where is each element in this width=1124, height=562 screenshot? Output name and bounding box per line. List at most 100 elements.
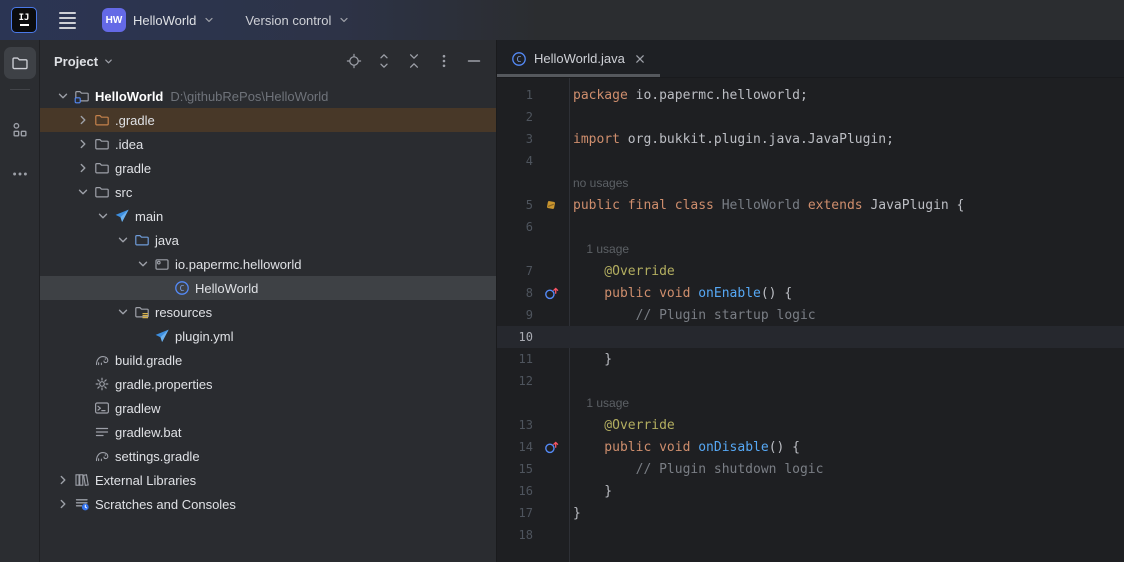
line-number[interactable]: 14 [497,440,533,454]
plugin-gutter-icon[interactable] [533,194,569,216]
chevron-right-icon[interactable] [54,497,72,511]
code-line-6[interactable]: 6 [497,216,1124,238]
more-icon[interactable] [432,49,456,73]
gutter-spacer [533,392,569,414]
code-line-13[interactable]: 13 @Override [497,414,1124,436]
code-editor[interactable]: 1package io.papermc.helloworld; 2 3import … [497,78,1124,562]
tree-item-gradle[interactable]: gradle [40,156,496,180]
inlay-hint-line[interactable]: 1 usage [497,392,1124,414]
gutter-spacer [533,172,569,194]
tree-item-gradlew[interactable]: gradlew [40,396,496,420]
line-number[interactable]: 6 [497,220,533,234]
project-view-selector[interactable]: Project [54,54,114,69]
code-line-7[interactable]: 7 @Override [497,260,1124,282]
line-number[interactable]: 3 [497,132,533,146]
line-number[interactable]: 15 [497,462,533,476]
chevron-down-icon[interactable] [134,257,152,271]
paper-plane-icon [152,328,172,344]
main-menu-icon[interactable] [59,12,76,29]
line-number[interactable]: 1 [497,88,533,102]
collapse-all-icon[interactable] [402,49,426,73]
code-line-18[interactable]: 18 [497,524,1124,546]
project-folder-icon[interactable] [4,47,36,79]
locate-icon[interactable] [342,49,366,73]
tree-item-label: gradlew.bat [115,425,182,440]
code-line-5[interactable]: 5public final class HelloWorld extends J… [497,194,1124,216]
line-number[interactable]: 17 [497,506,533,520]
line-number[interactable]: 18 [497,528,533,542]
stripe-divider [10,89,30,90]
code-line-11[interactable]: 11 } [497,348,1124,370]
chevron-down-icon[interactable] [54,89,72,103]
line-number[interactable]: 8 [497,286,533,300]
intellij-logo-icon: IJ [11,7,37,33]
tree-item-helloworld[interactable]: HelloWorldD:\githubRePos\HelloWorld [40,84,496,108]
code-line-4[interactable]: 4 [497,150,1124,172]
code-line-8[interactable]: 8 public void onEnable() { [497,282,1124,304]
project-tree: HelloWorldD:\githubRePos\HelloWorld.grad… [40,82,496,562]
editor-tab-helloworld-java[interactable]: C HelloWorld.java [497,40,660,77]
close-icon[interactable] [632,51,648,67]
chevron-right-icon[interactable] [54,473,72,487]
code-line-9[interactable]: 9 // Plugin startup logic [497,304,1124,326]
chevron-down-icon[interactable] [94,209,112,223]
tree-item-java[interactable]: java [40,228,496,252]
tree-item-resources[interactable]: resources [40,300,496,324]
code-line-10[interactable]: 10 [497,326,1124,348]
tree-item-gradlew-bat[interactable]: gradlew.bat [40,420,496,444]
hide-icon[interactable] [462,49,486,73]
more-tools-icon[interactable] [4,158,36,190]
tree-item-plugin-yml[interactable]: plugin.yml [40,324,496,348]
chevron-down-icon[interactable] [74,185,92,199]
inlay-hint-line[interactable]: no usages [497,172,1124,194]
tree-item-build-gradle[interactable]: build.gradle [40,348,496,372]
expand-all-icon[interactable] [372,49,396,73]
tree-item-io-papermc-helloworld[interactable]: io.papermc.helloworld [40,252,496,276]
vcs-widget[interactable]: Version control [245,13,350,28]
main-toolbar: IJ HW HelloWorld Version control [0,0,1124,40]
code-line-1[interactable]: 1package io.papermc.helloworld; [497,84,1124,106]
line-number[interactable]: 11 [497,352,533,366]
tree-item-main[interactable]: main [40,204,496,228]
line-number[interactable]: 7 [497,264,533,278]
code-line-17[interactable]: 17} [497,502,1124,524]
chevron-down-icon[interactable] [114,233,132,247]
code-line-15[interactable]: 15 // Plugin shutdown logic [497,458,1124,480]
code-line-2[interactable]: 2 [497,106,1124,128]
line-number[interactable]: 9 [497,308,533,322]
tree-item-src[interactable]: src [40,180,496,204]
code-text: @Override [569,264,675,279]
structure-icon[interactable] [4,114,36,146]
line-number[interactable]: 13 [497,418,533,432]
editor-tab-label: HelloWorld.java [534,51,625,66]
project-widget[interactable]: HW HelloWorld [102,8,215,32]
chevron-right-icon[interactable] [74,113,92,127]
chevron-right-icon[interactable] [74,161,92,175]
class-icon: C [172,280,192,296]
tree-item-helloworld[interactable]: CHelloWorld [40,276,496,300]
chevron-right-icon[interactable] [74,137,92,151]
inlay-hint-line[interactable]: 1 usage [497,238,1124,260]
line-number[interactable]: 16 [497,484,533,498]
package-icon [152,256,172,272]
tree-item--gradle[interactable]: .gradle [40,108,496,132]
override-gutter-icon[interactable] [533,436,569,458]
code-line-12[interactable]: 12 [497,370,1124,392]
tree-item-scratches-and-consoles[interactable]: Scratches and Consoles [40,492,496,516]
line-number[interactable]: 5 [497,198,533,212]
line-number[interactable]: 2 [497,110,533,124]
gutter-spacer [533,216,569,238]
chevron-down-icon[interactable] [114,305,132,319]
line-number[interactable]: 12 [497,374,533,388]
override-gutter-icon[interactable] [533,282,569,304]
tree-item-settings-gradle[interactable]: settings.gradle [40,444,496,468]
code-text: } [569,484,612,499]
line-number[interactable]: 4 [497,154,533,168]
code-line-3[interactable]: 3import org.bukkit.plugin.java.JavaPlugi… [497,128,1124,150]
tree-item--idea[interactable]: .idea [40,132,496,156]
tree-item-gradle-properties[interactable]: gradle.properties [40,372,496,396]
line-number[interactable]: 10 [497,330,533,344]
code-line-14[interactable]: 14 public void onDisable() { [497,436,1124,458]
code-line-16[interactable]: 16 } [497,480,1124,502]
tree-item-external-libraries[interactable]: External Libraries [40,468,496,492]
